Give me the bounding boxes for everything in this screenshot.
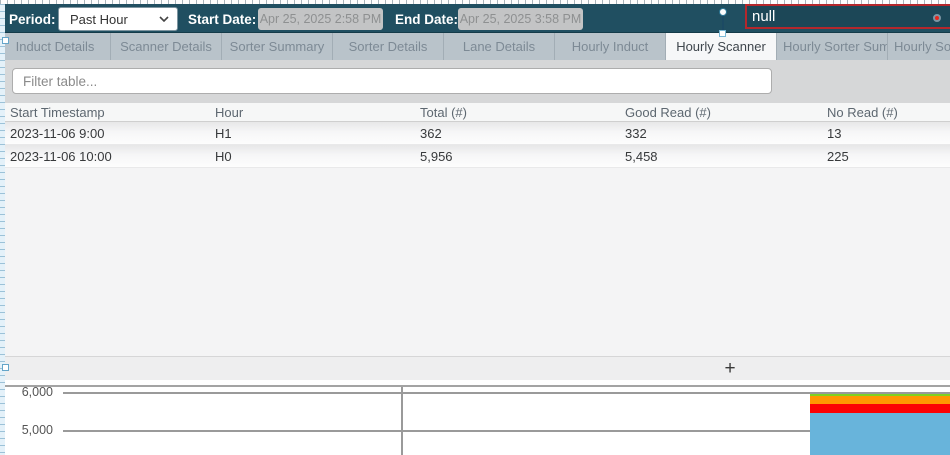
selection-handle[interactable] xyxy=(2,37,9,44)
tab-sorter-details[interactable]: Sorter Details xyxy=(333,33,444,60)
col-header-start-timestamp[interactable]: Start Timestamp xyxy=(5,105,210,120)
y-axis-tick-label: 5,000 xyxy=(5,424,53,437)
selection-handle[interactable] xyxy=(2,364,9,371)
panel-divider: + xyxy=(5,356,950,380)
horizontal-ruler xyxy=(0,0,950,4)
error-indicator-icon xyxy=(933,14,941,22)
cell-no-read: 13 xyxy=(822,126,950,141)
filter-panel xyxy=(5,60,950,103)
hourly-scanner-chart: 6,000 5,000 xyxy=(5,380,950,455)
table-header-row: Start Timestamp Hour Total (#) Good Read… xyxy=(5,103,950,122)
col-header-total[interactable]: Total (#) xyxy=(415,105,620,120)
chart-top-border xyxy=(5,385,950,387)
dashboard-editor-window: Period: Past Hour Start Date: Apr 25, 20… xyxy=(0,0,950,455)
data-table: Start Timestamp Hour Total (#) Good Read… xyxy=(5,103,950,356)
start-date-label: Start Date: xyxy=(188,12,256,27)
binding-error-value: null xyxy=(752,8,775,25)
selection-guide-dot-handle[interactable] xyxy=(719,8,727,16)
cell-no-read: 225 xyxy=(822,149,950,164)
vertical-gridline xyxy=(401,387,403,455)
cell-good-read: 5,458 xyxy=(620,149,822,164)
tab-hourly-sorter-summary[interactable]: Hourly Sorter Summar xyxy=(777,33,888,60)
cell-hour: H0 xyxy=(210,149,415,164)
period-select[interactable]: Past Hour xyxy=(58,7,178,31)
tab-scanner-details[interactable]: Scanner Details xyxy=(111,33,222,60)
segment-orange xyxy=(810,396,950,404)
y-axis-tick-label: 6,000 xyxy=(5,386,53,399)
segment-blue (Good Read) xyxy=(810,413,950,455)
stacked-bar xyxy=(810,380,950,455)
chevron-down-icon xyxy=(159,16,169,22)
col-header-no-read[interactable]: No Read (#) xyxy=(822,105,950,120)
cell-total: 5,956 xyxy=(415,149,620,164)
period-select-value: Past Hour xyxy=(70,12,128,27)
cell-start-timestamp: 2023-11-06 9:00 xyxy=(5,126,210,141)
tab-hourly-induct[interactable]: Hourly Induct xyxy=(555,33,666,60)
cell-total: 362 xyxy=(415,126,620,141)
col-header-hour[interactable]: Hour xyxy=(210,105,415,120)
cell-hour: H1 xyxy=(210,126,415,141)
binding-error-field[interactable]: null xyxy=(745,4,950,29)
table-row[interactable]: 2023-11-06 9:00 H1 362 332 13 xyxy=(5,122,950,145)
cell-start-timestamp: 2023-11-06 10:00 xyxy=(5,149,210,164)
table-row[interactable]: 2023-11-06 10:00 H0 5,956 5,458 225 xyxy=(5,145,950,168)
tab-bar: Induct Details Scanner Details Sorter Su… xyxy=(0,33,950,60)
segment-red (No Read) xyxy=(810,404,950,413)
tab-hourly-sorter[interactable]: Hourly Sort xyxy=(888,33,950,60)
vertical-ruler xyxy=(0,4,5,455)
filter-input[interactable] xyxy=(12,68,772,94)
cell-good-read: 332 xyxy=(620,126,822,141)
tab-induct-details[interactable]: Induct Details xyxy=(0,33,111,60)
add-component-icon[interactable]: + xyxy=(717,356,743,382)
tab-lane-details[interactable]: Lane Details xyxy=(444,33,555,60)
col-header-good-read[interactable]: Good Read (#) xyxy=(620,105,822,120)
selection-guide-square-handle[interactable] xyxy=(719,30,726,37)
tab-hourly-scanner[interactable]: Hourly Scanner xyxy=(666,33,777,60)
end-date-label: End Date: xyxy=(395,12,458,27)
tab-sorter-summary[interactable]: Sorter Summary xyxy=(222,33,333,60)
start-date-input[interactable]: Apr 25, 2025 2:58 PM xyxy=(258,8,383,30)
period-label: Period: xyxy=(9,12,56,27)
end-date-input[interactable]: Apr 25, 2025 3:58 PM xyxy=(458,8,583,30)
